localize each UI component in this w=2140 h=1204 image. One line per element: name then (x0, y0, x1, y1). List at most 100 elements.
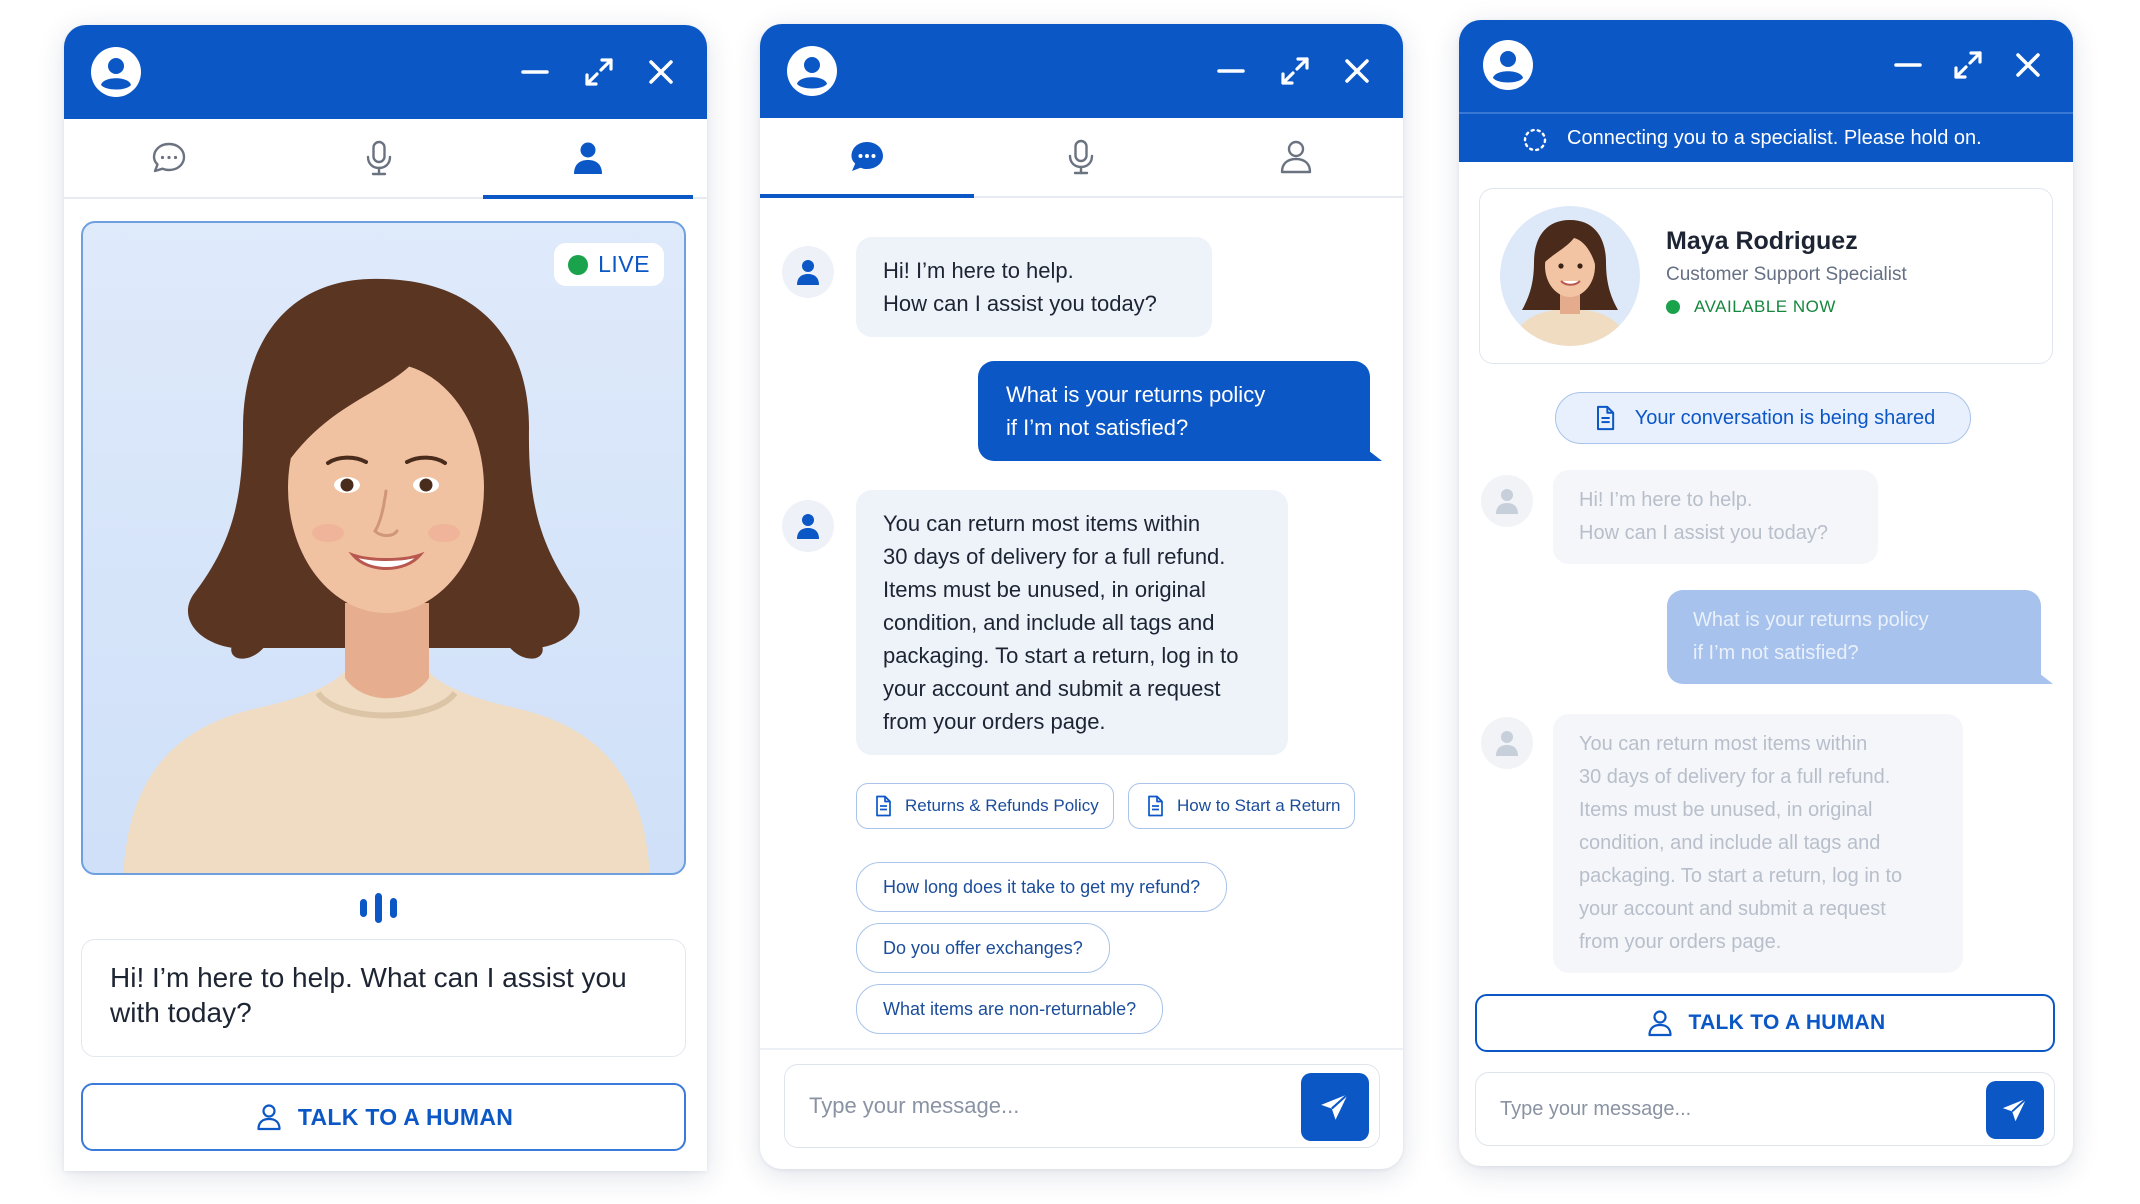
user-message: What is your returns policy if I’m not s… (978, 361, 1382, 461)
microphone-icon (366, 140, 391, 176)
expand-button[interactable] (1278, 54, 1312, 88)
bot-message: Hi! I’m here to help. How can I assist y… (856, 237, 1212, 337)
person-icon (1496, 489, 1518, 514)
minimize-icon (1217, 69, 1245, 73)
expand-icon (585, 58, 613, 86)
person-outline-icon (1280, 140, 1312, 174)
expand-button[interactable] (582, 55, 616, 89)
message-input[interactable] (809, 1065, 1279, 1147)
person-icon (797, 514, 819, 539)
agent-photo (1500, 206, 1640, 346)
tab-avatar[interactable] (483, 119, 693, 199)
chat-icon (851, 142, 884, 171)
message-composer (784, 1064, 1380, 1148)
suggestion-chip[interactable]: Do you offer exchanges? (856, 923, 1110, 973)
tab-chat[interactable] (64, 119, 274, 197)
doc-link-label: Returns & Refunds Policy (905, 796, 1099, 815)
composer-divider (760, 1048, 1403, 1050)
tab-voice[interactable] (974, 118, 1188, 196)
close-icon (1345, 59, 1369, 83)
minimize-button[interactable] (1891, 48, 1925, 82)
bot-avatar (1481, 717, 1533, 769)
tab-chat[interactable] (760, 118, 975, 198)
loading-spinner-icon (1523, 128, 1547, 152)
minimize-button[interactable] (1214, 54, 1248, 88)
close-button[interactable] (1340, 54, 1374, 88)
expand-icon (1281, 57, 1309, 85)
bot-message: You can return most items within 30 days… (856, 490, 1288, 755)
live-badge: LIVE (554, 243, 664, 286)
expand-button[interactable] (1951, 48, 1985, 82)
tab-voice[interactable] (274, 119, 484, 197)
avatar-portrait (123, 278, 650, 873)
availability-label: AVAILABLE NOW (1694, 297, 1836, 316)
microphone-icon (1069, 139, 1094, 175)
person-icon (1496, 731, 1518, 756)
bot-avatar (782, 500, 834, 552)
talk-to-human-label: TALK TO A HUMAN (1688, 1011, 1886, 1034)
send-button[interactable] (1301, 1073, 1369, 1141)
avatar-speech-text: Hi! I’m here to help. What can I assist … (81, 939, 686, 1057)
close-button[interactable] (644, 55, 678, 89)
chat-widget: Hi! I’m here to help. How can I assist y… (760, 24, 1403, 1169)
person-icon (797, 260, 819, 285)
close-icon (649, 60, 673, 84)
talk-to-human-label: TALK TO A HUMAN (297, 1103, 514, 1130)
close-button[interactable] (2011, 48, 2045, 82)
message-input[interactable] (1500, 1073, 1960, 1145)
agent-portrait (1512, 220, 1628, 346)
user-circle-icon (91, 47, 141, 97)
talk-to-human-button[interactable]: TALK TO A HUMAN (81, 1083, 686, 1151)
voice-waveform-icon (360, 893, 397, 923)
availability-dot (1666, 300, 1680, 314)
message-composer (1475, 1072, 2055, 1146)
suggestion-chip[interactable]: How long does it take to get my refund? (856, 862, 1228, 912)
person-outline-icon (1647, 1010, 1672, 1037)
document-icon (876, 795, 891, 817)
connection-status-bar: Connecting you to a specialist. Please h… (1459, 112, 2073, 162)
widget-header (760, 24, 1403, 118)
bot-avatar (782, 246, 834, 298)
send-button[interactable] (1986, 1081, 2044, 1139)
chat-icon (152, 142, 186, 173)
send-icon (2002, 1098, 2027, 1122)
minimize-button[interactable] (518, 55, 552, 89)
agent-availability: AVAILABLE NOW (1666, 297, 1836, 317)
document-icon (1148, 795, 1163, 817)
video-avatar-widget: LIVE Hi! I’m here to help. What can I as… (64, 25, 707, 1171)
doc-link-returns-policy[interactable]: Returns & Refunds Policy (856, 783, 1114, 829)
suggestion-chip[interactable]: What items are non-returnable? (856, 984, 1164, 1034)
user-message: What is your returns policy if I’m not s… (1667, 590, 2053, 684)
expand-icon (1954, 51, 1982, 79)
avatar-video: LIVE (81, 221, 686, 875)
human-handoff-widget: Connecting you to a specialist. Please h… (1459, 20, 2073, 1166)
mode-tabs (64, 119, 707, 199)
agent-name: Maya Rodriguez (1666, 227, 1858, 255)
bot-avatar (1481, 475, 1533, 527)
talk-to-human-button[interactable]: TALK TO A HUMAN (1475, 994, 2055, 1052)
doc-link-label: How to Start a Return (1177, 796, 1341, 815)
connection-status-text: Connecting you to a specialist. Please h… (1567, 126, 1982, 149)
minimize-icon (1894, 63, 1922, 67)
widget-header (64, 25, 707, 119)
close-icon (2016, 53, 2040, 77)
send-icon (1321, 1093, 1349, 1120)
bot-message: You can return most items within 30 days… (1553, 714, 1963, 973)
doc-link-start-return[interactable]: How to Start a Return (1128, 783, 1356, 829)
person-outline-icon (257, 1104, 281, 1131)
user-circle-icon (1483, 40, 1533, 90)
mode-tabs (760, 118, 1403, 198)
conversation-shared-notice: Your conversation is being shared (1555, 392, 1971, 444)
document-icon (1596, 405, 1614, 431)
user-circle-icon (787, 46, 837, 96)
agent-role: Customer Support Specialist (1666, 264, 1907, 285)
person-icon (574, 142, 603, 174)
agent-card: Maya Rodriguez Customer Support Speciali… (1479, 188, 2053, 364)
widget-header (1459, 20, 2073, 112)
bot-message: Hi! I’m here to help. How can I assist y… (1553, 470, 1878, 564)
tab-avatar[interactable] (1189, 118, 1403, 196)
share-notice-text: Your conversation is being shared (1634, 406, 1936, 429)
live-indicator-dot (568, 254, 589, 275)
minimize-icon (521, 70, 549, 74)
live-label: LIVE (598, 251, 650, 277)
